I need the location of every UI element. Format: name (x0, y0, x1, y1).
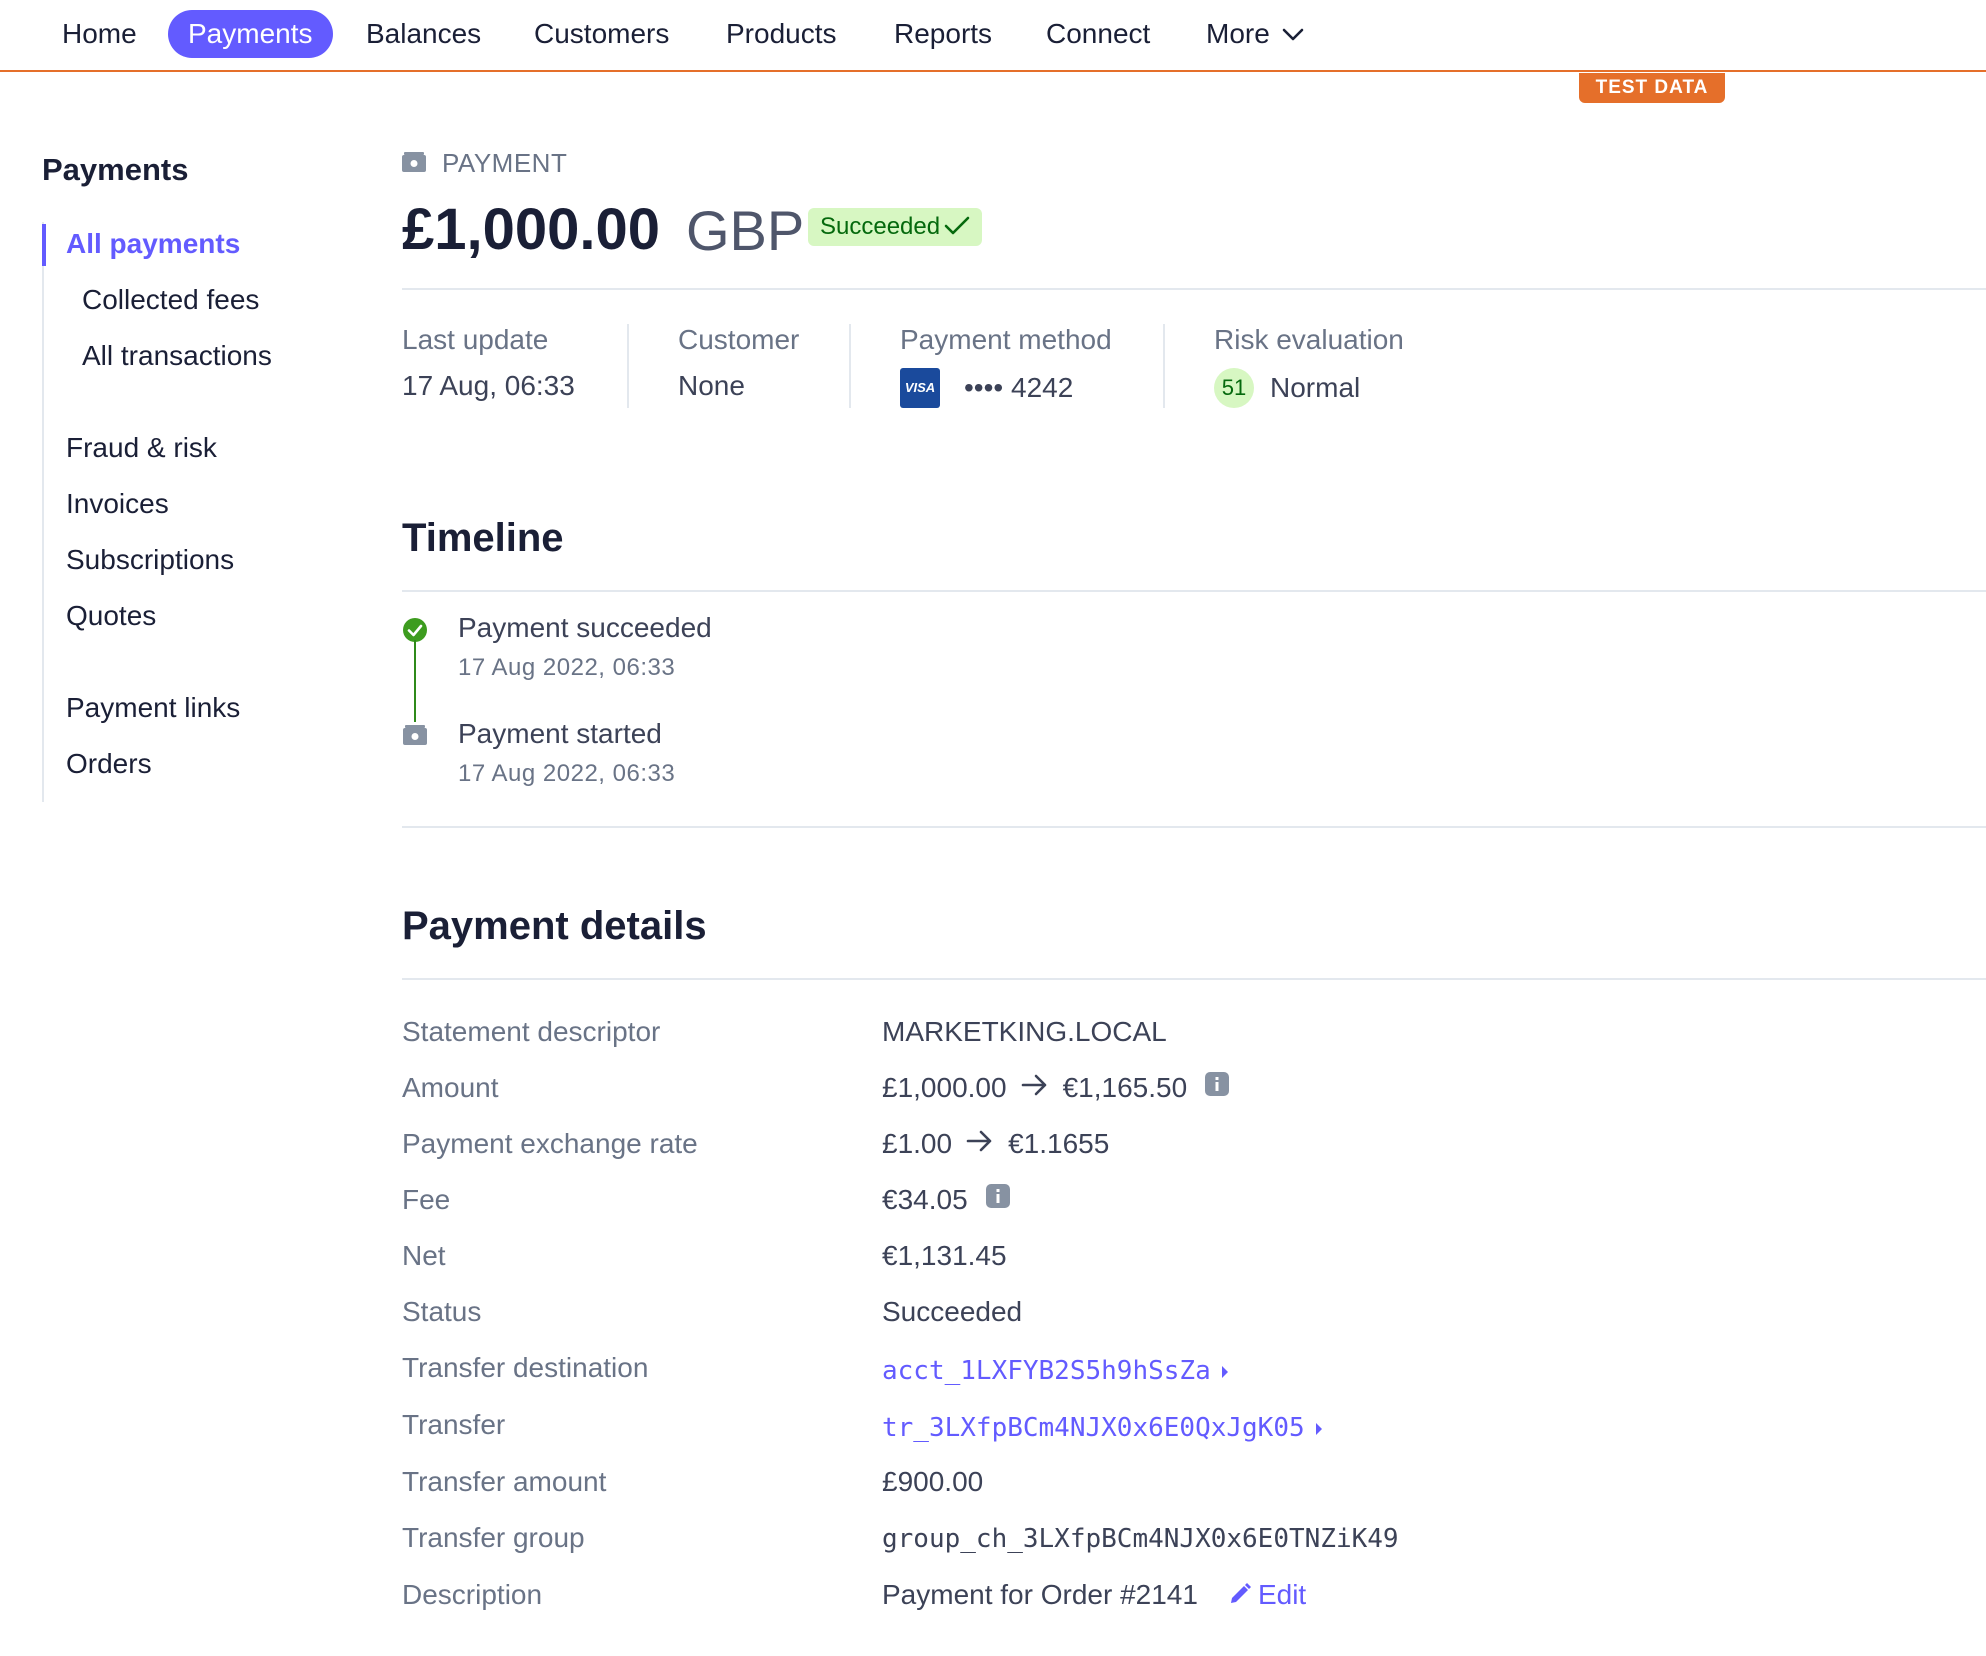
transfer-link[interactable]: tr_3LXfpBCm4NJX0x6E0QxJgK05 (882, 1411, 1323, 1443)
sidebar-item-fraud-risk[interactable]: Fraud & risk (66, 432, 217, 464)
sidebar-item-invoices[interactable]: Invoices (66, 488, 169, 520)
last-update-label: Last update (402, 324, 549, 355)
detail-label: Transfer destination (402, 1352, 649, 1383)
chevron-down-icon (1282, 9, 1304, 57)
sidebar-title: Payments (42, 152, 189, 187)
sidebar-item-all-payments[interactable]: All payments (66, 228, 240, 260)
transfer-amount-value: £900.00 (882, 1466, 984, 1497)
transfer-id[interactable]: tr_3LXfpBCm4NJX0x6E0QxJgK05 (882, 1413, 1305, 1443)
detail-label: Transfer amount (402, 1466, 607, 1497)
exchange-rate-from: £1.00 (882, 1128, 953, 1159)
payment-method-label: Payment method (900, 324, 1112, 355)
nav-reports[interactable]: Reports (874, 10, 1012, 58)
transfer-group-value: group_ch_3LXfpBCm4NJX0x6E0TNZiK49 (882, 1524, 1399, 1554)
nav-connect[interactable]: Connect (1026, 10, 1170, 58)
check-icon (944, 216, 970, 234)
card-last4: •••• 4242 (964, 372, 1074, 403)
detail-label: Statement descriptor (402, 1016, 661, 1047)
divider (402, 590, 1986, 592)
pencil-icon (1230, 1582, 1251, 1603)
detail-label: Fee (402, 1184, 451, 1215)
arrow-right-icon (1021, 1072, 1049, 1104)
column-divider (627, 324, 629, 408)
sidebar-item-collected-fees[interactable]: Collected fees (82, 284, 259, 316)
caret-right-icon (1221, 1354, 1229, 1386)
payment-icon (402, 152, 426, 177)
info-icon[interactable] (985, 1183, 1010, 1215)
timeline-event-date: 17 Aug 2022, 06:33 (458, 654, 676, 681)
timeline-event-date: 17 Aug 2022, 06:33 (458, 760, 676, 787)
risk-level: Normal (1270, 372, 1361, 403)
timeline-connector (414, 640, 416, 722)
detail-label: Status (402, 1296, 482, 1327)
edit-description-button[interactable]: Edit (1228, 1579, 1306, 1610)
timeline-event-title: Payment succeeded (458, 612, 712, 643)
fee-value: €34.05 (882, 1183, 1010, 1216)
payment-details-heading: Payment details (402, 904, 707, 948)
amount-conversion: £1,000.00 €1,165.50 (882, 1071, 1230, 1104)
column-divider (1163, 324, 1165, 408)
customer-value: None (678, 370, 745, 401)
sidebar-rail (42, 222, 44, 802)
divider (402, 978, 1986, 980)
status-value: Succeeded (882, 1296, 1023, 1327)
caret-right-icon (1315, 1411, 1323, 1443)
status-badge: Succeeded (808, 208, 983, 246)
sidebar-item-all-transactions[interactable]: All transactions (82, 340, 272, 372)
detail-label: Amount (402, 1072, 499, 1103)
fee-amount: €34.05 (882, 1184, 968, 1215)
detail-label: Transfer group (402, 1522, 585, 1553)
timeline-event-title: Payment started (458, 718, 662, 749)
sidebar-item-orders[interactable]: Orders (66, 748, 152, 780)
divider (402, 288, 1986, 290)
info-icon[interactable] (1205, 1071, 1230, 1103)
last-update-value: 17 Aug, 06:33 (402, 370, 575, 401)
nav-balances[interactable]: Balances (346, 10, 501, 58)
exchange-rate-value: £1.00 €1.1655 (882, 1128, 1109, 1160)
customer-label: Customer (678, 324, 800, 355)
sidebar-item-subscriptions[interactable]: Subscriptions (66, 544, 234, 576)
nav-products[interactable]: Products (706, 10, 857, 58)
column-divider (849, 324, 851, 408)
visa-card-icon: VISA (900, 368, 940, 408)
divider (402, 826, 1986, 828)
amount-from: £1,000.00 (882, 1072, 1007, 1103)
description-value: Payment for Order #2141 Edit (882, 1579, 1306, 1611)
transfer-destination-link[interactable]: acct_1LXFYB2S5h9hSsZa (882, 1354, 1229, 1386)
risk-score-badge: 51 (1214, 368, 1254, 408)
statement-descriptor-value: MARKETKING.LOCAL (882, 1016, 1167, 1047)
nav-payments[interactable]: Payments (168, 10, 333, 58)
payment-icon (403, 725, 427, 750)
payment-type-label: PAYMENT (442, 148, 568, 178)
sidebar-item-payment-links[interactable]: Payment links (66, 692, 240, 724)
status-badge-label: Succeeded (820, 213, 941, 240)
payment-amount: £1,000.00 (402, 197, 661, 262)
exchange-rate-to: €1.1655 (1008, 1128, 1110, 1159)
detail-label: Payment exchange rate (402, 1128, 698, 1159)
sidebar-active-indicator (42, 224, 46, 266)
description-text: Payment for Order #2141 (882, 1579, 1198, 1610)
top-navigation: Home Payments Balances Customers Product… (0, 0, 1986, 72)
test-data-badge: TEST DATA (1579, 73, 1725, 103)
nav-home[interactable]: Home (42, 10, 157, 58)
amount-to: €1,165.50 (1062, 1072, 1188, 1103)
edit-label: Edit (1257, 1579, 1307, 1610)
nav-more[interactable]: More (1186, 10, 1324, 58)
payment-currency: GBP (686, 199, 805, 262)
nav-more-label: More (1206, 18, 1270, 49)
nav-customers[interactable]: Customers (514, 10, 689, 58)
net-value: €1,131.45 (882, 1240, 1007, 1271)
detail-label: Transfer (402, 1409, 506, 1440)
detail-label: Description (402, 1579, 543, 1610)
sidebar-item-quotes[interactable]: Quotes (66, 600, 156, 632)
arrow-right-icon (966, 1128, 994, 1160)
detail-label: Net (402, 1240, 446, 1271)
timeline-heading: Timeline (402, 516, 564, 560)
risk-evaluation-label: Risk evaluation (1214, 324, 1404, 355)
transfer-destination-id[interactable]: acct_1LXFYB2S5h9hSsZa (882, 1356, 1211, 1386)
